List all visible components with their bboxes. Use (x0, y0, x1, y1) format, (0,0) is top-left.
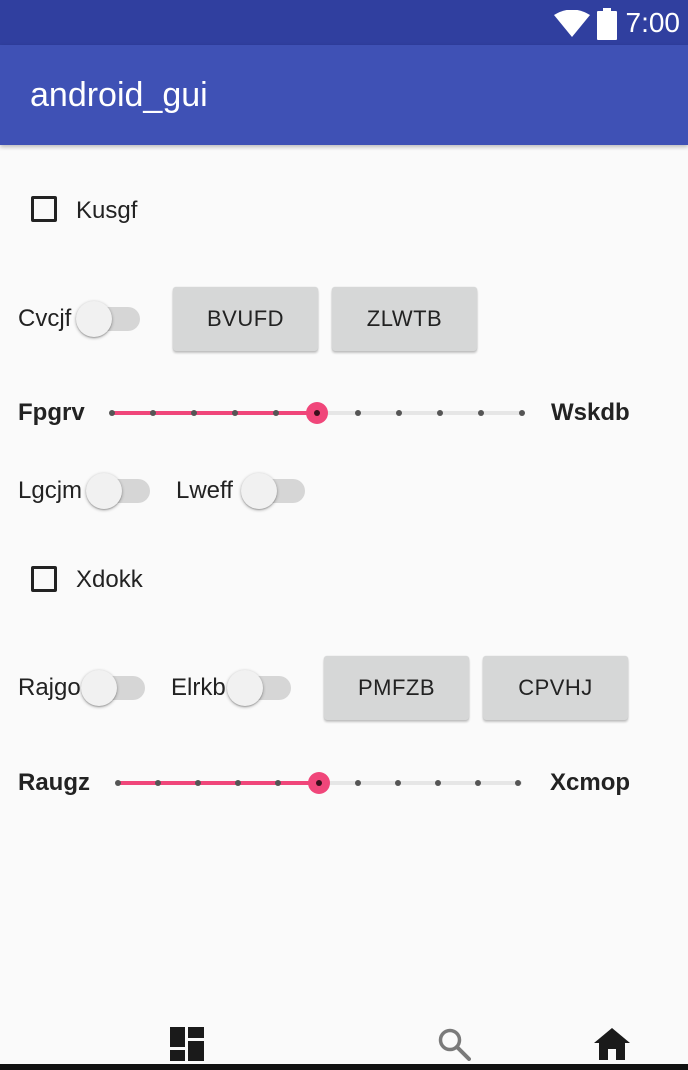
bottom-nav (0, 1010, 688, 1070)
switch-elrkb[interactable] (227, 669, 293, 709)
switch-rajgo-label: Rajgo (18, 674, 81, 701)
checkbox-label: Kusgf (76, 197, 138, 224)
slider-tick (355, 410, 361, 416)
zlwtb-button[interactable]: ZLWTB (332, 287, 477, 351)
slider-tick (235, 780, 241, 786)
home-icon[interactable] (594, 1028, 630, 1065)
dashboard-icon[interactable] (170, 1027, 204, 1066)
slider-tick (155, 780, 161, 786)
switch-lgcjm-label: Lgcjm (18, 477, 83, 504)
switch-rajgo[interactable] (81, 669, 147, 709)
switch-lweff[interactable] (241, 472, 307, 512)
slider-tick (395, 780, 401, 786)
checkbox-box[interactable] (31, 196, 57, 222)
slider-2[interactable] (110, 766, 530, 800)
battery-icon (597, 8, 617, 45)
slider-track-active (112, 411, 317, 415)
switch-thumb[interactable] (241, 473, 277, 509)
app-title: android_gui (30, 76, 208, 114)
slider-1-left-label: Fpgrv (18, 399, 85, 426)
slider-1-right-label: Wskdb (551, 399, 630, 426)
slider-tick (109, 410, 115, 416)
slider-track-active (118, 781, 319, 785)
wifi-icon (554, 9, 590, 43)
switch-lweff-label: Lweff (176, 477, 233, 504)
slider-2-right-label: Xcmop (550, 769, 631, 796)
switch-thumb[interactable] (86, 473, 122, 509)
slider-thumb-dot (314, 410, 320, 416)
search-icon[interactable] (437, 1027, 471, 1066)
switch-cvcjf-label: Cvcjf (18, 305, 72, 332)
slider-thumb[interactable] (306, 402, 328, 424)
switch-cvcjf[interactable] (76, 300, 142, 340)
bottom-edge (0, 1064, 688, 1070)
slider-tick (355, 780, 361, 786)
slider-tick (475, 780, 481, 786)
cpvhj-button[interactable]: CPVHJ (483, 656, 628, 720)
slider-2-left-label: Raugz (18, 769, 90, 796)
status-bar: 7:00 (0, 0, 688, 45)
switch-elrkb-label: Elrkb (171, 674, 226, 701)
pmfzb-button[interactable]: PMFZB (324, 656, 469, 720)
switch-thumb[interactable] (76, 301, 112, 337)
checkbox-label: Xdokk (76, 566, 143, 593)
switch-lgcjm[interactable] (86, 472, 152, 512)
checkbox-box[interactable] (31, 566, 57, 592)
slider-tick (515, 780, 521, 786)
status-time: 7:00 (625, 7, 681, 38)
slider-tick (519, 410, 525, 416)
slider-tick (195, 780, 201, 786)
bvufd-button[interactable]: BVUFD (173, 287, 318, 351)
slider-tick (478, 410, 484, 416)
slider-thumb[interactable] (308, 772, 330, 794)
slider-tick (275, 780, 281, 786)
app-bar: android_gui (0, 45, 688, 145)
slider-1[interactable] (104, 396, 532, 430)
slider-tick (150, 410, 156, 416)
slider-tick (273, 410, 279, 416)
slider-tick (396, 410, 402, 416)
checkbox-xdokk[interactable]: Xdokk (24, 558, 159, 602)
checkbox-kusgf[interactable]: Kusgf (24, 190, 154, 234)
slider-tick (191, 410, 197, 416)
slider-tick (115, 780, 121, 786)
slider-tick (435, 780, 441, 786)
slider-thumb-dot (316, 780, 322, 786)
slider-tick (437, 410, 443, 416)
slider-tick (232, 410, 238, 416)
switch-thumb[interactable] (227, 670, 263, 706)
switch-thumb[interactable] (81, 670, 117, 706)
